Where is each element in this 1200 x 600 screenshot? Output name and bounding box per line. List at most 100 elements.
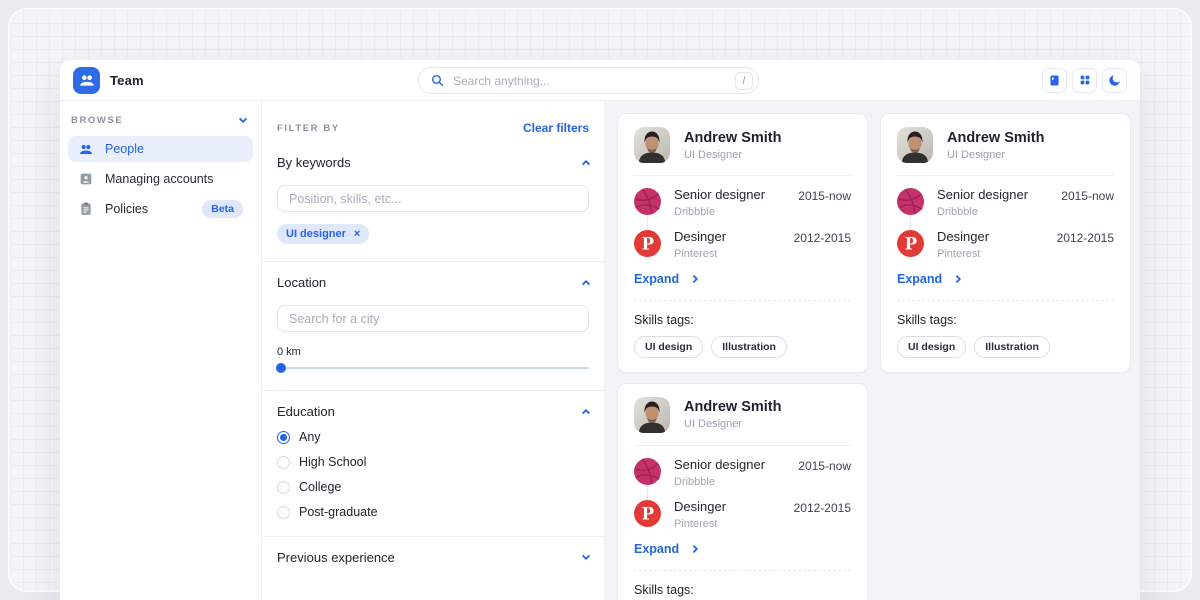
experience-title: Desinger: [674, 230, 781, 245]
radio-option-post-graduate[interactable]: Post-graduate: [277, 505, 589, 519]
experience-timeline: Senior designer Dribbble 2015-now P Desi…: [634, 188, 851, 260]
sidebar: BROWSE People: [60, 101, 262, 600]
person-role: UI Designer: [684, 149, 781, 161]
library-button[interactable]: [1042, 68, 1067, 93]
svg-text:P: P: [642, 504, 654, 523]
keywords-input[interactable]: [277, 185, 589, 212]
person-name: Andrew Smith: [947, 130, 1044, 146]
experience-period: 2015-now: [1061, 189, 1114, 203]
page-title: Team: [110, 73, 144, 88]
radio-option-high-school[interactable]: High School: [277, 455, 589, 469]
person-card: Andrew Smith UI Designer Senior designer…: [617, 113, 868, 373]
experience-period: 2015-now: [798, 189, 851, 203]
experience-timeline: Senior designer Dribbble 2015-now P Desi…: [897, 188, 1114, 260]
global-search[interactable]: /: [418, 67, 759, 94]
experience-section-toggle[interactable]: Previous experience: [277, 550, 589, 565]
radio-button: [277, 456, 290, 469]
experience-period: 2012-2015: [794, 501, 851, 515]
policy-icon: [78, 201, 94, 217]
sidebar-item-label: People: [105, 142, 144, 156]
experience-period: 2012-2015: [1057, 231, 1114, 245]
skills-label: Skills tags:: [897, 313, 1114, 327]
chevron-down-icon: [239, 115, 247, 123]
skill-tags: UI design Illustration: [897, 336, 1114, 358]
apps-grid-button[interactable]: [1072, 68, 1097, 93]
keyword-tag[interactable]: UI designer ×: [277, 224, 369, 244]
radio-option-college[interactable]: College: [277, 480, 589, 494]
search-icon: [430, 73, 445, 88]
skill-tag: Illustration: [711, 336, 787, 358]
experience-timeline: Senior designer Dribbble 2015-now P Desi…: [634, 458, 851, 530]
sidebar-item-label: Policies: [105, 202, 148, 216]
svg-text:P: P: [642, 234, 654, 253]
city-search-input[interactable]: [277, 305, 589, 332]
cards-grid: Andrew Smith UI Designer Senior designer…: [617, 113, 1133, 600]
skill-tags: UI design Illustration: [634, 336, 851, 358]
experience-period: 2012-2015: [794, 231, 851, 245]
radio-option-any[interactable]: Any: [277, 430, 589, 444]
app-window: Team /: [60, 60, 1140, 600]
pinterest-icon: P: [897, 230, 924, 257]
divider: [897, 300, 1114, 301]
app-header: Team /: [60, 60, 1140, 101]
person-name: Andrew Smith: [684, 130, 781, 146]
education-options: Any High School College Post-graduate: [277, 430, 589, 519]
skills-label: Skills tags:: [634, 313, 851, 327]
search-input[interactable]: [453, 74, 735, 88]
keywords-section-toggle[interactable]: By keywords: [277, 155, 589, 170]
pinterest-icon: P: [634, 230, 661, 257]
location-section-toggle[interactable]: Location: [277, 275, 589, 290]
distance-value: 0 km: [277, 346, 589, 358]
experience-row: P Desinger Pinterest 2012-2015: [634, 230, 851, 260]
sidebar-item-policies[interactable]: Policies Beta: [68, 196, 253, 222]
divider: [634, 445, 851, 446]
education-section-toggle[interactable]: Education: [277, 404, 589, 419]
expand-button[interactable]: Expand: [634, 272, 697, 286]
skill-tag: Illustration: [974, 336, 1050, 358]
slider-track: [277, 367, 589, 369]
experience-title: Desinger: [937, 230, 1044, 245]
sidebar-item-badge: Beta: [202, 200, 243, 218]
experience-company: Pinterest: [674, 518, 781, 530]
dribbble-icon: [634, 458, 661, 485]
slider-thumb[interactable]: [276, 363, 286, 373]
experience-title: Senior designer: [937, 188, 1048, 203]
expand-button[interactable]: Expand: [634, 542, 697, 556]
dark-mode-toggle[interactable]: [1102, 68, 1127, 93]
filter-panel-title: FILTER BY: [277, 123, 340, 134]
radio-button: [277, 431, 290, 444]
sidebar-nav: People Managing accounts: [60, 136, 261, 222]
results-area: Andrew Smith UI Designer Senior designer…: [605, 101, 1140, 600]
chevron-up-icon: [582, 409, 590, 417]
svg-text:P: P: [905, 234, 917, 253]
filter-panel: FILTER BY Clear filters By keywords UI d…: [262, 101, 605, 600]
dribbble-icon: [634, 188, 661, 215]
expand-button[interactable]: Expand: [897, 272, 960, 286]
sidebar-section-label: BROWSE: [71, 115, 123, 126]
skill-tag: UI design: [634, 336, 703, 358]
team-logo-icon: [78, 71, 96, 89]
sidebar-item-people[interactable]: People: [68, 136, 253, 162]
distance-slider[interactable]: [277, 363, 589, 373]
sidebar-section-toggle[interactable]: BROWSE: [60, 115, 261, 126]
experience-company: Pinterest: [674, 248, 781, 260]
dribbble-icon: [897, 188, 924, 215]
account-icon: [78, 171, 94, 187]
experience-period: 2015-now: [798, 459, 851, 473]
experience-company: Dribbble: [937, 206, 1048, 218]
radio-button: [277, 481, 290, 494]
remove-tag-icon[interactable]: ×: [354, 229, 360, 240]
grid-icon: [1078, 73, 1092, 87]
experience-row: P Desinger Pinterest 2012-2015: [897, 230, 1114, 260]
chevron-down-icon: [582, 552, 590, 560]
search-shortcut-key: /: [735, 72, 753, 90]
filter-section-education: Education Any High School College: [262, 391, 604, 537]
header-actions: [1042, 68, 1127, 93]
experience-row: Senior designer Dribbble 2015-now: [634, 458, 851, 488]
avatar: [634, 127, 670, 163]
chevron-up-icon: [582, 160, 590, 168]
sidebar-item-managing-accounts[interactable]: Managing accounts: [68, 166, 253, 192]
moon-icon: [1107, 73, 1122, 88]
clear-filters-button[interactable]: Clear filters: [523, 121, 589, 135]
filter-section-keywords: By keywords UI designer ×: [262, 142, 604, 262]
